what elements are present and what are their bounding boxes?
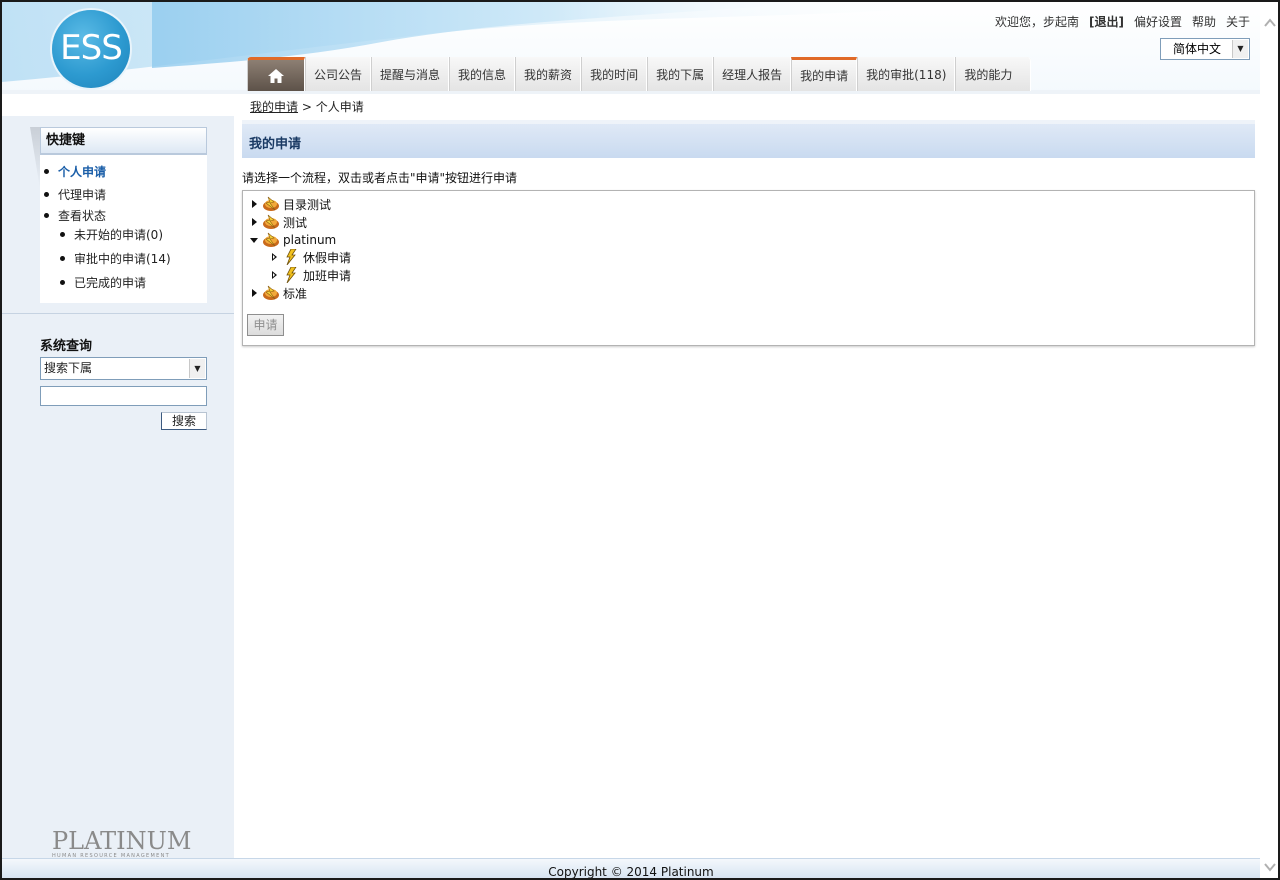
tree-node-platinum[interactable]: platinum bbox=[250, 231, 336, 249]
tree-node-label: platinum bbox=[283, 233, 337, 247]
bullet-icon bbox=[44, 169, 49, 174]
sidebar-item-in-approval[interactable]: 审批中的申请(14) bbox=[60, 250, 171, 267]
tab-my-info[interactable]: 我的信息 bbox=[449, 57, 516, 91]
tab-my-salary[interactable]: 我的薪资 bbox=[515, 57, 582, 91]
search-button[interactable]: 搜索 bbox=[161, 412, 207, 430]
bullet-icon bbox=[60, 232, 65, 237]
sidebar-divider bbox=[2, 313, 234, 314]
breadcrumb-parent-link[interactable]: 我的申请 bbox=[250, 100, 298, 114]
sidebar-item-label: 审批中的申请(14) bbox=[74, 252, 171, 266]
apply-button[interactable]: 申请 bbox=[247, 314, 284, 336]
tree-node-standard[interactable]: 标准 bbox=[250, 284, 307, 302]
home-icon bbox=[268, 68, 284, 83]
app-window: ESS 欢迎您，步起南 [退出] 偏好设置 帮助 关于 简体中文 ▼ 公司公告 … bbox=[0, 0, 1280, 880]
search-type-select-value: 搜索下属 bbox=[44, 361, 93, 375]
tree-node-overtime-application[interactable]: 加班申请 bbox=[270, 266, 351, 284]
tree-node-directory-test[interactable]: 目录测试 bbox=[250, 195, 331, 213]
header: ESS 欢迎您，步起南 [退出] 偏好设置 帮助 关于 简体中文 ▼ 公司公告 … bbox=[2, 2, 1260, 94]
breadcrumb-separator: > bbox=[298, 100, 316, 114]
folder-process-icon bbox=[263, 214, 279, 229]
tree-node-leave-application[interactable]: 休假申请 bbox=[270, 248, 351, 266]
folder-process-icon bbox=[263, 232, 279, 247]
language-select-value: 简体中文 bbox=[1173, 42, 1222, 56]
main-nav: 公司公告 提醒与消息 我的信息 我的薪资 我的时间 我的下属 经理人报告 我的申… bbox=[247, 57, 1032, 91]
expand-arrow-icon[interactable] bbox=[250, 195, 260, 213]
copyright-text: Copyright © 2014 Platinum bbox=[548, 865, 714, 879]
bullet-icon bbox=[60, 280, 65, 285]
tab-manager-reports[interactable]: 经理人报告 bbox=[713, 57, 792, 91]
panel-header: 我的申请 bbox=[242, 120, 1255, 158]
bullet-icon bbox=[60, 256, 65, 261]
language-select[interactable]: 简体中文 ▼ bbox=[1160, 38, 1250, 60]
tree-node-label: 目录测试 bbox=[283, 197, 332, 212]
breadcrumb: 我的申请 > 个人申请 bbox=[250, 98, 364, 115]
breadcrumb-current: 个人申请 bbox=[315, 100, 364, 114]
sidebar-item-label: 个人申请 bbox=[58, 165, 107, 179]
quick-links-title: 快捷键 bbox=[40, 127, 207, 155]
footer: Copyright © 2014 Platinum bbox=[2, 858, 1260, 878]
sidebar-item-proxy-application[interactable]: 代理申请 bbox=[44, 186, 106, 203]
sidebar-item-label: 代理申请 bbox=[58, 188, 107, 202]
tab-my-subordinates[interactable]: 我的下属 bbox=[647, 57, 714, 91]
tab-my-time[interactable]: 我的时间 bbox=[581, 57, 648, 91]
collapse-arrow-icon[interactable] bbox=[250, 231, 260, 249]
chevron-down-icon[interactable]: ▼ bbox=[1232, 40, 1248, 58]
sidebar-item-label: 查看状态 bbox=[58, 209, 107, 223]
tree-node-label: 加班申请 bbox=[303, 268, 352, 283]
bullet-icon bbox=[44, 213, 49, 218]
instruction-text: 请选择一个流程，双击或者点击"申请"按钮进行申请 bbox=[242, 171, 518, 185]
quick-links-box: 快捷键 个人申请 代理申请 查看状态 未开始的申请(0) 审批中的申请(14) … bbox=[30, 127, 207, 303]
platinum-logo-text: PLATINUM bbox=[52, 827, 192, 855]
help-link[interactable]: 帮助 bbox=[1192, 13, 1216, 30]
tree-node-label: 测试 bbox=[283, 215, 308, 230]
ess-logo: ESS bbox=[52, 10, 130, 88]
bullet-icon bbox=[44, 192, 49, 197]
sidebar-item-label: 已完成的申请 bbox=[74, 276, 147, 290]
about-link[interactable]: 关于 bbox=[1226, 13, 1250, 30]
sidebar: 快捷键 个人申请 代理申请 查看状态 未开始的申请(0) 审批中的申请(14) … bbox=[2, 116, 234, 860]
top-links: 欢迎您，步起南 [退出] 偏好设置 帮助 关于 bbox=[995, 13, 1250, 30]
platinum-logo: PLATINUM HUMAN RESOURCE MANAGEMENT bbox=[52, 827, 192, 860]
expand-arrow-icon[interactable] bbox=[270, 266, 280, 284]
tree-node-label: 标准 bbox=[283, 286, 308, 301]
tab-my-applications[interactable]: 我的申请 bbox=[791, 57, 858, 91]
tab-announcements[interactable]: 公司公告 bbox=[305, 57, 372, 91]
search-input[interactable] bbox=[40, 386, 207, 406]
sidebar-item-not-started[interactable]: 未开始的申请(0) bbox=[60, 226, 163, 243]
sidebar-item-completed[interactable]: 已完成的申请 bbox=[60, 274, 146, 291]
box-fold-decoration bbox=[30, 127, 40, 189]
sidebar-item-label: 未开始的申请(0) bbox=[74, 228, 163, 242]
tree-node-test[interactable]: 测试 bbox=[250, 213, 307, 231]
folder-process-icon bbox=[263, 196, 279, 211]
sidebar-item-view-status[interactable]: 查看状态 bbox=[44, 207, 106, 224]
search-type-select[interactable]: 搜索下属 ▼ bbox=[40, 357, 207, 380]
tab-home[interactable] bbox=[247, 57, 305, 91]
scroll-down-icon[interactable] bbox=[1263, 860, 1277, 874]
sidebar-item-personal-application[interactable]: 个人申请 bbox=[44, 163, 106, 180]
expand-arrow-icon[interactable] bbox=[250, 284, 260, 302]
expand-arrow-icon[interactable] bbox=[270, 248, 280, 266]
page-title: 我的申请 bbox=[249, 137, 302, 152]
tab-my-approvals[interactable]: 我的审批(118) bbox=[857, 57, 956, 91]
chevron-down-icon[interactable]: ▼ bbox=[189, 359, 205, 378]
ess-logo-text: ESS bbox=[60, 28, 123, 68]
system-query-title: 系统查询 bbox=[40, 339, 93, 354]
tree-node-label: 休假申请 bbox=[303, 250, 352, 265]
process-tree: 目录测试 测试 platinum 休假申请 加班申请 标准 申请 bbox=[242, 190, 1255, 346]
expand-arrow-icon[interactable] bbox=[250, 213, 260, 231]
logout-link[interactable]: [退出] bbox=[1089, 13, 1124, 30]
scroll-up-icon[interactable] bbox=[1263, 16, 1277, 30]
tab-my-abilities[interactable]: 我的能力 bbox=[955, 57, 1032, 91]
tab-reminders[interactable]: 提醒与消息 bbox=[371, 57, 450, 91]
page-scrollbar[interactable] bbox=[1260, 2, 1278, 878]
welcome-text: 欢迎您，步起南 bbox=[994, 15, 1079, 29]
preferences-link[interactable]: 偏好设置 bbox=[1134, 13, 1182, 30]
folder-process-icon bbox=[263, 285, 279, 300]
process-bolt-icon bbox=[286, 267, 297, 283]
process-bolt-icon bbox=[286, 249, 297, 265]
